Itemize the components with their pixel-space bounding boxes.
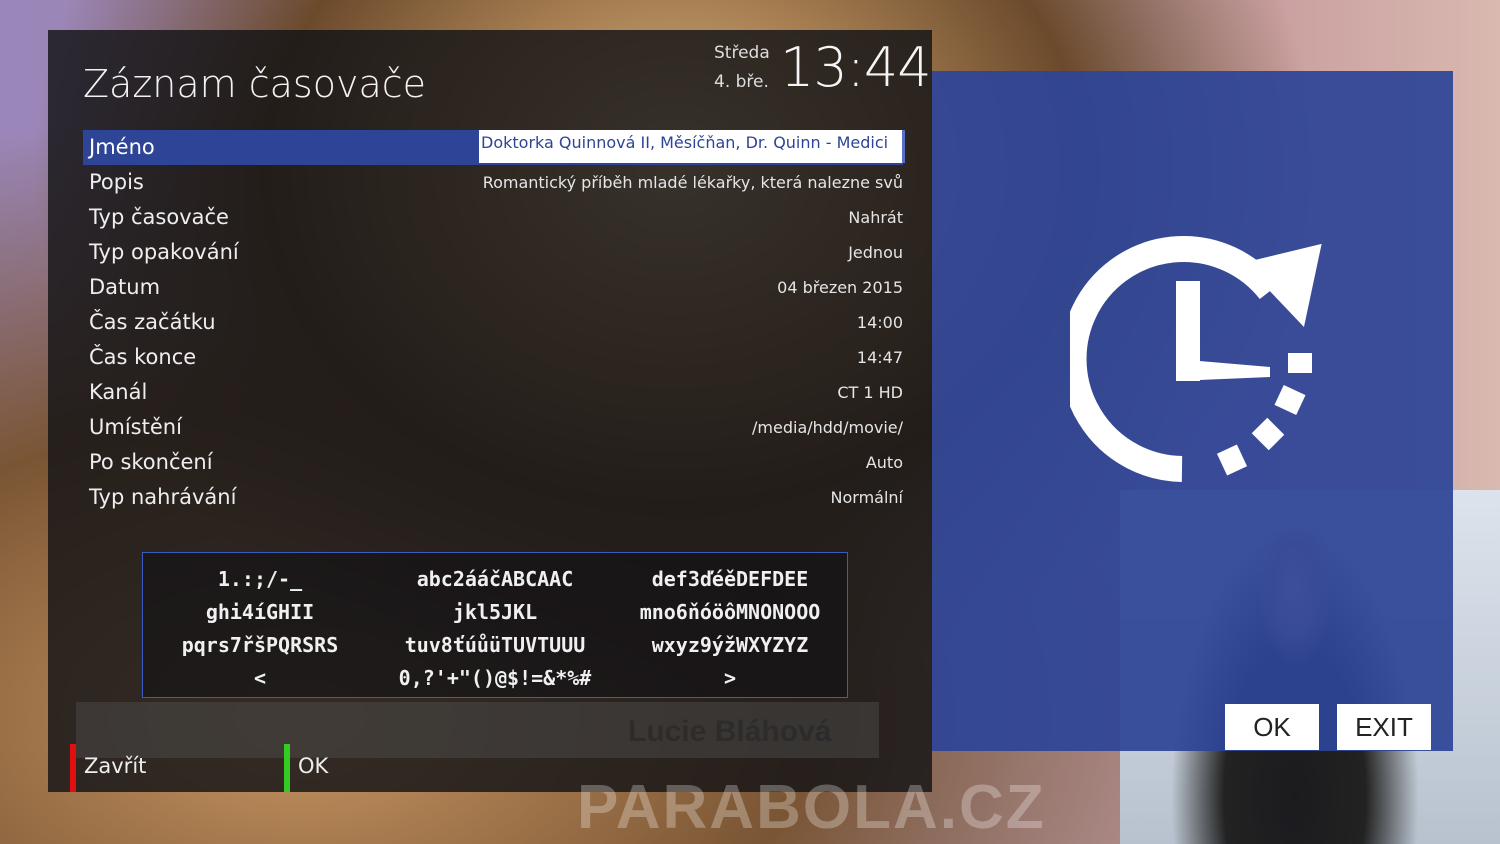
keypad-key-2[interactable]: abc2ááčABCAAC: [380, 567, 610, 591]
green-key-indicator: [284, 744, 290, 792]
keypad-key-7[interactable]: pqrs7řšPQRSRS: [145, 633, 375, 657]
side-exit-button[interactable]: EXIT: [1337, 704, 1431, 750]
field-row-end-time[interactable]: Čas konce 14:47: [83, 340, 903, 375]
field-row-description[interactable]: Popis Romantický příběh mladé lékařky, k…: [83, 165, 903, 200]
name-input[interactable]: Doktorka Quinnová II, Měsíčňan, Dr. Quin…: [479, 130, 905, 163]
timer-clock-icon: [1070, 236, 1322, 482]
date-label: 4. bře.: [714, 72, 769, 92]
field-row-name[interactable]: Jméno Doktorka Quinnová II, Měsíčňan, Dr…: [83, 130, 905, 165]
field-row-repeat-type[interactable]: Typ opakování Jednou: [83, 235, 903, 270]
keypad-key-6[interactable]: mno6ňóöôMNONOOO: [615, 600, 845, 624]
keypad-key-left[interactable]: <: [145, 666, 375, 690]
field-row-after-event[interactable]: Po skončení Auto: [83, 445, 903, 480]
field-value: Romantický příběh mladé lékařky, která n…: [482, 173, 903, 192]
keypad-key-0[interactable]: 0,?'+"()@$!=&*%#: [380, 666, 610, 690]
keypad-key-right[interactable]: >: [615, 666, 845, 690]
field-value: Jednou: [848, 243, 903, 262]
field-label: Kanál: [89, 380, 148, 404]
field-row-start-time[interactable]: Čas začátku 14:00: [83, 305, 903, 340]
keypad-key-3[interactable]: def3ďéěDEFDEE: [615, 567, 845, 591]
keypad-key-8[interactable]: tuv8ťúůüTUVTUUU: [380, 633, 610, 657]
field-label: Typ nahrávání: [89, 485, 237, 509]
keypad-key-9[interactable]: wxyz9ýžWXYZYZ: [615, 633, 845, 657]
field-row-timer-type[interactable]: Typ časovače Nahrát: [83, 200, 903, 235]
close-button[interactable]: Zavřít: [84, 754, 146, 778]
red-key-indicator: [70, 744, 76, 792]
clock-time: 13:44: [780, 36, 932, 99]
field-row-date[interactable]: Datum 04 březen 2015: [83, 270, 903, 305]
side-ok-button[interactable]: OK: [1225, 704, 1319, 750]
field-value: Auto: [865, 453, 903, 472]
field-label: Jméno: [89, 135, 155, 159]
ok-button[interactable]: OK: [298, 754, 328, 778]
field-row-location[interactable]: Umístění /media/hdd/movie/: [83, 410, 903, 445]
keypad-key-4[interactable]: ghi4íGHII: [145, 600, 375, 624]
field-value: 14:00: [856, 313, 903, 332]
timer-entry-dialog: Záznam časovače Středa 4. bře. 13:44 Jmé…: [48, 30, 932, 792]
field-value: CT 1 HD: [837, 383, 903, 402]
field-label: Typ časovače: [89, 205, 229, 229]
field-value: /media/hdd/movie/: [752, 418, 903, 437]
virtual-keypad: 1.:;/-_ abc2ááčABCAAC def3ďéěDEFDEE ghi4…: [142, 552, 848, 698]
watermark: PARABOLA.CZ: [577, 773, 1046, 842]
page-title: Záznam časovače: [83, 62, 427, 106]
keypad-key-5[interactable]: jkl5JKL: [380, 600, 610, 624]
field-row-channel[interactable]: Kanál CT 1 HD: [83, 375, 903, 410]
field-value: Nahrát: [848, 208, 903, 227]
field-label: Datum: [89, 275, 161, 299]
side-info-panel: OK EXIT: [932, 71, 1453, 751]
field-label: Umístění: [89, 415, 182, 439]
timer-fields-list: Jméno Doktorka Quinnová II, Měsíčňan, Dr…: [83, 130, 905, 515]
field-label: Popis: [89, 170, 144, 194]
field-label: Čas začátku: [89, 310, 216, 334]
field-label: Po skončení: [89, 450, 213, 474]
weekday-label: Středa: [714, 43, 770, 63]
field-value: Normální: [830, 488, 903, 507]
field-value: 14:47: [856, 348, 903, 367]
background-caption-name: Lucie Bláhová: [628, 715, 832, 748]
field-row-record-type[interactable]: Typ nahrávání Normální: [83, 480, 903, 515]
field-value: 04 březen 2015: [777, 278, 903, 297]
keypad-key-1[interactable]: 1.:;/-_: [145, 567, 375, 591]
field-label: Čas konce: [89, 345, 197, 369]
field-label: Typ opakování: [89, 240, 239, 264]
